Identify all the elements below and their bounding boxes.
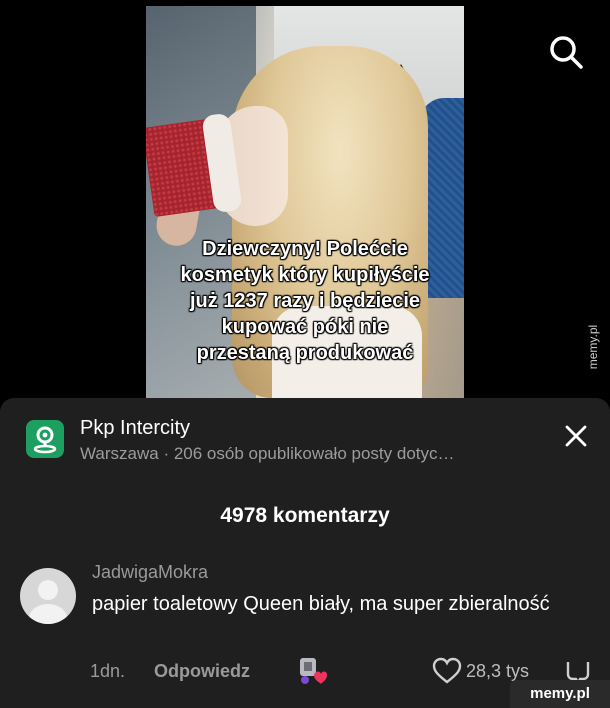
comment-text: papier toaletowy Queen biały, ma super z… — [92, 593, 550, 615]
comment-time: 1dn. — [90, 661, 126, 681]
map-pin-icon[interactable] — [26, 420, 64, 458]
default-avatar-icon — [29, 580, 67, 624]
watermark-vertical: memy.pl — [583, 318, 603, 374]
map-pin-glyph — [33, 426, 57, 454]
comment-username[interactable]: JadwigaMokra — [92, 562, 208, 583]
close-icon[interactable] — [560, 420, 592, 452]
avatar[interactable] — [20, 568, 76, 624]
reply-button[interactable]: Odpowiedz — [154, 661, 250, 682]
watermark-footer: memy.pl — [510, 680, 610, 708]
video-caption: Dziewczyny! Polećcie kosmetyk który kupi… — [180, 238, 430, 364]
place-subtitle: Warszawa · 206 osób opublikowało posty d… — [80, 444, 455, 463]
place-name[interactable]: Pkp Intercity — [80, 417, 190, 440]
creator-reaction-icon — [300, 658, 328, 684]
search-icon[interactable] — [546, 32, 586, 72]
video-area[interactable]: Dziewczyny! Polećcie kosmetyk który kupi… — [0, 0, 610, 400]
video-frame[interactable]: Dziewczyny! Polećcie kosmetyk który kupi… — [146, 6, 464, 398]
heart-icon[interactable] — [432, 657, 462, 685]
like-count: 28,3 tys — [466, 661, 530, 681]
comment-count: 4978 komentarzy — [220, 504, 390, 527]
watermark-vertical-text: memy.pl — [586, 324, 600, 370]
